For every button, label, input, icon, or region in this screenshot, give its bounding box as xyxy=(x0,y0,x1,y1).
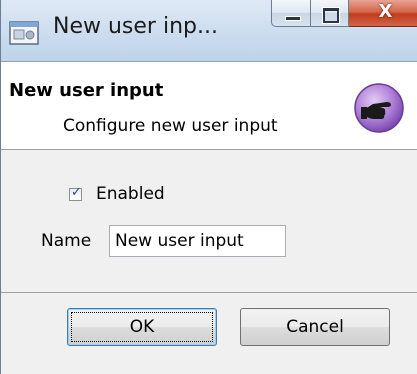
page-subtitle: Configure new user input xyxy=(63,116,278,136)
dialog-body: ✓ Enabled Name xyxy=(1,150,417,293)
close-icon: X xyxy=(378,1,393,22)
title-bar[interactable]: New user inp... X xyxy=(1,0,417,62)
enabled-checkbox[interactable]: ✓ xyxy=(69,184,82,201)
dialog-footer: OK Cancel xyxy=(1,293,417,374)
dialog-window-icon[interactable] xyxy=(9,20,41,46)
close-button[interactable]: X xyxy=(349,0,417,27)
enabled-row: ✓ Enabled xyxy=(69,184,165,204)
window-title: New user inp... xyxy=(53,14,218,39)
ok-button[interactable]: OK xyxy=(67,308,217,346)
maximize-icon xyxy=(323,8,339,23)
checkmark-icon: ✓ xyxy=(71,184,82,200)
minimize-button[interactable] xyxy=(271,0,311,27)
enabled-label[interactable]: Enabled xyxy=(96,184,165,204)
dialog-header: New user input Configure new user input xyxy=(1,62,417,150)
pointing-hand-icon xyxy=(353,82,405,134)
page-title: New user input xyxy=(9,80,164,101)
cancel-button[interactable]: Cancel xyxy=(240,308,390,346)
maximize-button[interactable] xyxy=(311,0,349,27)
minimize-icon xyxy=(285,16,301,21)
name-label: Name xyxy=(41,231,92,251)
dialog-window: New user inp... X New user input Configu… xyxy=(0,0,417,374)
caption-buttons: X xyxy=(271,0,417,28)
name-field[interactable] xyxy=(109,225,286,257)
